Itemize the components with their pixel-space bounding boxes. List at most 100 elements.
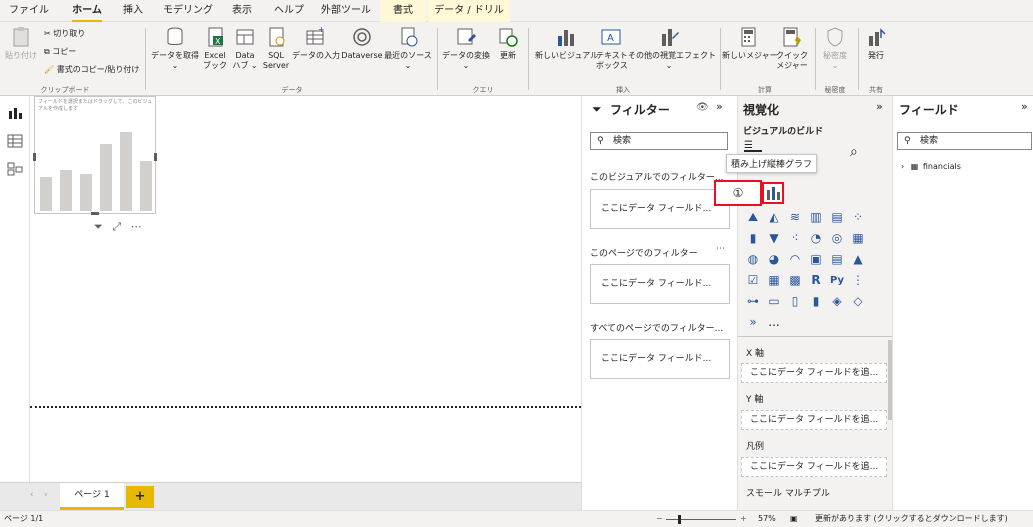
fit-to-page-icon[interactable]: ▣ xyxy=(790,511,798,527)
textbox-button[interactable]: A テキスト ボックス xyxy=(596,26,628,71)
dataverse-button[interactable]: Dataverse xyxy=(340,26,384,61)
format-painter-button[interactable]: 🖌 書式のコピー/貼り付け xyxy=(44,64,139,75)
decomposition-tree-icon[interactable]: ⊶ xyxy=(744,292,762,310)
new-visual-button[interactable]: 新しいビジュアル xyxy=(535,26,598,61)
funnel-icon[interactable]: ▤ xyxy=(828,208,846,226)
tab-view[interactable]: 表示 xyxy=(227,0,257,22)
legend-well[interactable]: ここにデータ フィールドを追... xyxy=(741,457,887,477)
pie-chart-icon[interactable]: ◔ xyxy=(807,229,825,247)
zoom-slider-track[interactable] xyxy=(666,519,736,520)
waterfall-chart-icon[interactable]: ▥ xyxy=(807,208,825,226)
tab-modeling[interactable]: モデリング xyxy=(163,0,213,22)
page-nav-right-icon[interactable]: › xyxy=(44,490,48,500)
scatter-icon[interactable]: ⁖ xyxy=(786,229,804,247)
publish-button[interactable]: 発行 xyxy=(862,26,890,61)
stacked-area-icon[interactable]: ◭ xyxy=(765,208,783,226)
model-view-icon[interactable] xyxy=(7,162,23,176)
data-hub-button[interactable]: Data ハブ ⌄ xyxy=(232,26,258,71)
slicer-icon[interactable]: ☑ xyxy=(744,271,762,289)
tab-data-drill[interactable]: データ / ドリル xyxy=(428,0,510,22)
sensitivity-button[interactable]: 秘密度 ⌄ xyxy=(818,26,852,71)
analytics-tab-icon[interactable]: ⌕ xyxy=(850,144,858,160)
power-automate-icon[interactable]: ◇ xyxy=(849,292,867,310)
tab-external-tools[interactable]: 外部ツール xyxy=(320,0,372,22)
tab-file[interactable]: ファイル xyxy=(6,0,52,22)
collapse-filters-icon[interactable]: » xyxy=(716,100,723,113)
recent-sources-button[interactable]: 最近のソース ⌄ xyxy=(384,26,432,71)
table-visual-icon[interactable]: ▦ xyxy=(765,271,783,289)
python-visual-icon[interactable]: Py xyxy=(828,271,846,289)
gauge-icon[interactable]: ◠ xyxy=(786,250,804,268)
quick-measure-button[interactable]: クイック メジャー xyxy=(776,26,808,71)
funnel-chart-icon[interactable]: ▼ xyxy=(765,229,783,247)
more-visuals-icon[interactable]: ... xyxy=(765,313,783,331)
ribbon-chart-icon[interactable]: ≋ xyxy=(786,208,804,226)
visual-placeholder[interactable]: フィールドを選択またはドラッグして、このビジュアルを作成します xyxy=(33,96,157,215)
scatter-chart-icon[interactable]: ⁘ xyxy=(849,208,867,226)
cut-button[interactable]: ✂ 切り取り xyxy=(44,28,85,39)
tab-home[interactable]: ホーム xyxy=(72,0,102,22)
all-pages-filters-well[interactable]: ここにデータ フィールド... xyxy=(590,339,730,379)
resize-handle[interactable] xyxy=(154,153,157,161)
page-nav-left-icon[interactable]: ‹ xyxy=(30,490,34,500)
resize-handle[interactable] xyxy=(33,153,36,161)
page-filters-well[interactable]: ここにデータ フィールド... xyxy=(590,264,730,304)
paste-button[interactable]: 貼り付け xyxy=(4,26,38,61)
update-notice[interactable]: 更新があります (クリックするとダウンロードします) xyxy=(815,511,1008,527)
new-measure-button[interactable]: 新しいメジャー xyxy=(722,26,778,61)
multi-row-card-icon[interactable]: ▤ xyxy=(828,250,846,268)
tab-format[interactable]: 書式 xyxy=(380,0,426,22)
more-visuals-button[interactable]: その他の視覚エフェクト ⌄ xyxy=(628,26,716,71)
qa-icon[interactable]: ▭ xyxy=(765,292,783,310)
x-axis-well[interactable]: ここにデータ フィールドを追... xyxy=(741,363,887,383)
visual-filters-well[interactable]: ここにデータ フィールド... xyxy=(590,189,730,229)
map-icon[interactable]: ◍ xyxy=(744,250,762,268)
r-visual-icon[interactable]: R xyxy=(807,271,825,289)
zoom-out-icon[interactable]: − xyxy=(656,511,663,527)
filter-icon[interactable]: ⏷ xyxy=(94,220,103,233)
collapse-fields-icon[interactable]: » xyxy=(1021,100,1028,113)
fields-search-input[interactable]: ⚲ 検索 xyxy=(897,132,1032,150)
refresh-button[interactable]: 更新 xyxy=(494,26,522,61)
get-data-button[interactable]: データを取得 ⌄ xyxy=(150,26,200,71)
add-page-button[interactable]: + xyxy=(126,486,154,508)
page-tab[interactable]: ページ 1 xyxy=(60,483,124,510)
kpi-icon[interactable]: ▲ xyxy=(849,250,867,268)
y-axis-well[interactable]: ここにデータ フィールドを追... xyxy=(741,410,887,430)
tab-insert[interactable]: 挿入 xyxy=(118,0,148,22)
collapse-visualizations-icon[interactable]: » xyxy=(876,100,883,113)
resize-handle[interactable] xyxy=(91,212,99,215)
donut-chart-icon[interactable]: ◎ xyxy=(828,229,846,247)
filled-map-icon[interactable]: ◕ xyxy=(765,250,783,268)
excel-workbook-button[interactable]: X Excel ブック xyxy=(202,26,228,71)
column-chart-icon[interactable]: ▮ xyxy=(744,229,762,247)
get-more-visuals-icon[interactable]: » xyxy=(744,313,762,331)
card-icon[interactable]: ▣ xyxy=(807,250,825,268)
table-financials[interactable]: › ▦ financials xyxy=(901,162,961,171)
copy-button[interactable]: ⧉ コピー xyxy=(44,46,76,57)
stacked-column-chart-highlight[interactable] xyxy=(762,182,784,204)
report-view-icon[interactable] xyxy=(7,106,23,120)
zoom-slider-thumb[interactable] xyxy=(678,515,681,524)
focus-mode-icon[interactable]: ⤢ xyxy=(112,220,121,233)
more-options-icon[interactable]: ⋯ xyxy=(131,220,142,233)
smart-narrative-icon[interactable]: ▯ xyxy=(786,292,804,310)
paginated-report-icon[interactable]: ▮ xyxy=(807,292,825,310)
enter-data-button[interactable]: + データの入力 xyxy=(292,25,340,61)
report-canvas[interactable]: フィールドを選択またはドラッグして、このビジュアルを作成します ⏷ ⤢ ⋯ xyxy=(30,96,581,482)
treemap-icon[interactable]: ▦ xyxy=(849,229,867,247)
key-influencers-icon[interactable]: ⋮ xyxy=(849,271,867,289)
matrix-icon[interactable]: ▩ xyxy=(786,271,804,289)
data-view-icon[interactable] xyxy=(7,134,23,148)
chevron-down-icon: ⌄ xyxy=(404,61,412,70)
build-visual-tab-icon[interactable]: ☰ xyxy=(744,140,762,152)
eye-icon[interactable]: 👁 xyxy=(696,102,709,113)
transform-data-button[interactable]: データの変換 ⌄ xyxy=(441,26,491,71)
tab-help[interactable]: ヘルプ xyxy=(272,0,306,22)
power-apps-icon[interactable]: ◈ xyxy=(828,292,846,310)
area-chart-icon[interactable]: ⛰ xyxy=(744,208,762,226)
filters-search-input[interactable]: ⚲ 検索 xyxy=(590,132,728,150)
zoom-in-icon[interactable]: + xyxy=(740,511,747,527)
more-options-icon[interactable]: ⋯ xyxy=(716,244,725,254)
sql-server-button[interactable]: SQL Server xyxy=(262,26,290,71)
